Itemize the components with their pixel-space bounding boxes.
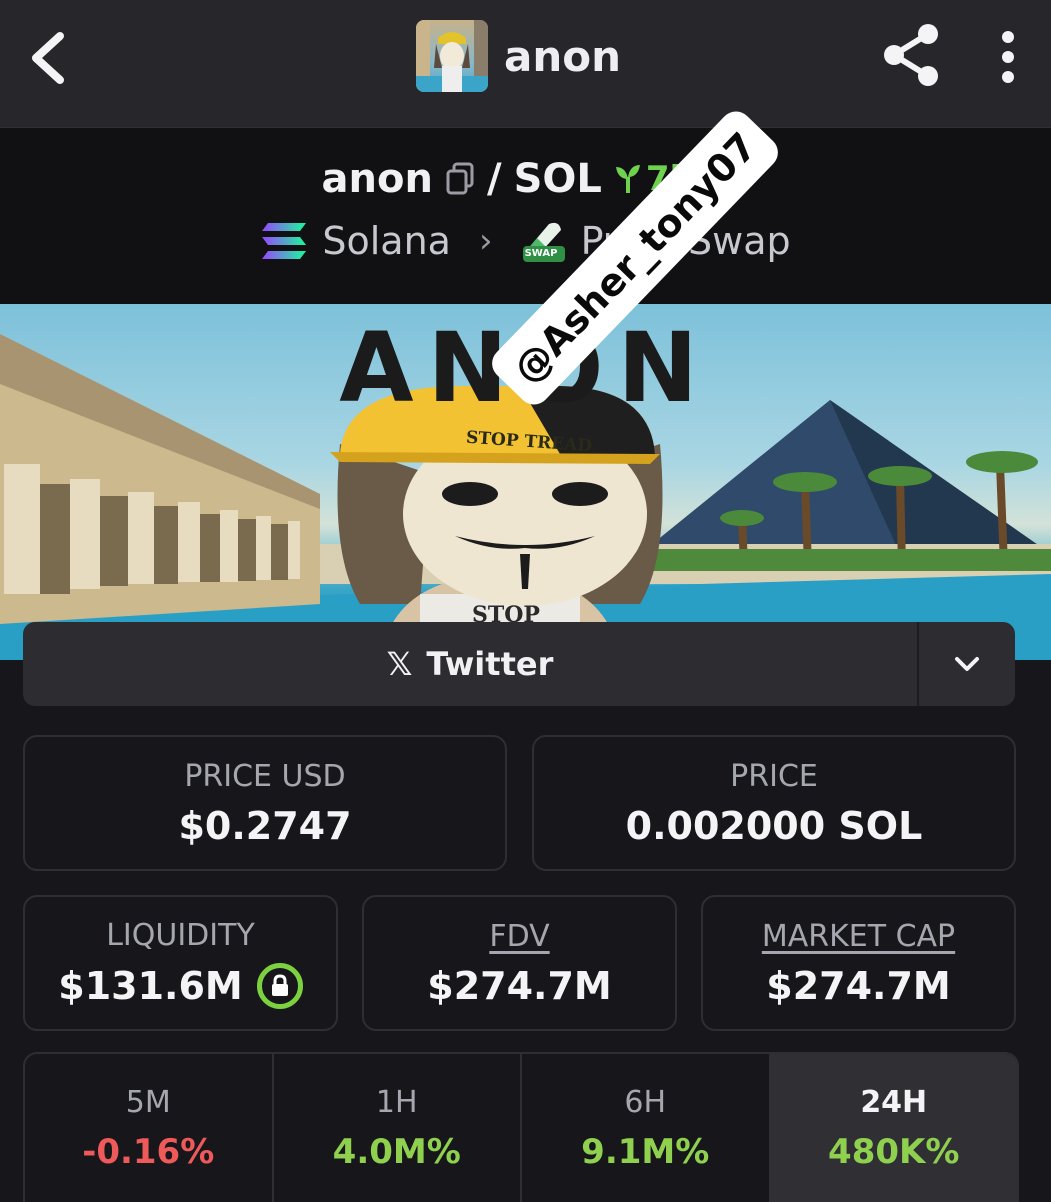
change-tab-value: 9.1M% xyxy=(581,1131,710,1172)
chevron-right-icon: › xyxy=(478,221,493,261)
change-tab-label: 24H xyxy=(860,1084,928,1120)
dex-badge: SWAP xyxy=(524,248,558,259)
seedling-icon xyxy=(615,165,640,193)
more-vertical-icon[interactable] xyxy=(996,30,1020,84)
token-avatar xyxy=(416,20,488,92)
chevron-down-icon xyxy=(955,657,979,671)
base-token: anon xyxy=(321,156,433,202)
back-arrow-icon[interactable] xyxy=(26,30,70,86)
change-tab-value: 4.0M% xyxy=(332,1131,461,1172)
change-tab-5m[interactable]: 5M -0.16% xyxy=(25,1054,274,1202)
x-logo-icon: 𝕏 xyxy=(386,645,413,683)
header-title: anon xyxy=(504,31,621,81)
liquidity-lock-icon[interactable] xyxy=(256,962,303,1009)
fdv-value: $274.7M xyxy=(427,963,612,1008)
quote-token: SOL xyxy=(513,156,602,202)
market-cap-card: MARKET CAP $274.7M xyxy=(701,895,1016,1031)
price-usd-label: PRICE USD xyxy=(184,758,346,794)
pair-separator: / xyxy=(486,156,502,202)
pair-info-area xyxy=(0,128,1051,304)
twitter-label: Twitter xyxy=(426,645,554,683)
change-tab-label: 6H xyxy=(624,1084,667,1120)
twitter-button[interactable]: 𝕏 Twitter xyxy=(23,622,917,706)
solana-icon xyxy=(262,223,307,259)
price-change-tabs: 5M -0.16% 1H 4.0M% 6H 9.1M% 24H 480K% xyxy=(23,1052,1019,1202)
liquidity-value-row: $131.6M xyxy=(58,962,303,1009)
share-icon[interactable] xyxy=(880,22,942,88)
liquidity-label: LIQUIDITY xyxy=(106,917,255,953)
fdv-label[interactable]: FDV xyxy=(489,919,549,954)
pumpswap-icon: SWAP xyxy=(521,218,567,264)
socials-dropdown-button[interactable] xyxy=(917,622,1015,706)
change-tab-24h[interactable]: 24H 480K% xyxy=(770,1054,1017,1202)
change-tab-label: 1H xyxy=(375,1084,418,1120)
price-usd-card: PRICE USD $0.2747 xyxy=(23,735,507,871)
price-native-card: PRICE 0.002000 SOL xyxy=(532,735,1016,871)
fdv-card: FDV $274.7M xyxy=(362,895,677,1031)
top-bar: anon xyxy=(0,0,1051,128)
copy-icon[interactable] xyxy=(445,162,475,196)
chain-dex-line: Solana › SWAP PumpSwap xyxy=(0,218,1051,264)
market-cap-label[interactable]: MARKET CAP xyxy=(762,919,955,954)
liquidity-card: LIQUIDITY $131.6M xyxy=(23,895,338,1031)
market-cap-value: $274.7M xyxy=(766,963,951,1008)
social-links-bar: 𝕏 Twitter xyxy=(23,622,1015,706)
price-native-label: PRICE xyxy=(730,758,818,794)
change-tab-1h[interactable]: 1H 4.0M% xyxy=(274,1054,522,1202)
chain-name[interactable]: Solana xyxy=(322,219,451,263)
change-tab-value: 480K% xyxy=(828,1131,960,1172)
header-title-group: anon xyxy=(416,20,621,92)
price-usd-value: $0.2747 xyxy=(178,803,352,848)
change-tab-label: 5M xyxy=(125,1084,171,1120)
change-tab-6h[interactable]: 6H 9.1M% xyxy=(522,1054,771,1202)
change-tab-value: -0.16% xyxy=(82,1131,215,1172)
liquidity-value: $131.6M xyxy=(58,963,243,1008)
pair-title: anon / SOL 7h 7 xyxy=(0,156,1051,202)
price-native-value: 0.002000 SOL xyxy=(625,803,923,848)
